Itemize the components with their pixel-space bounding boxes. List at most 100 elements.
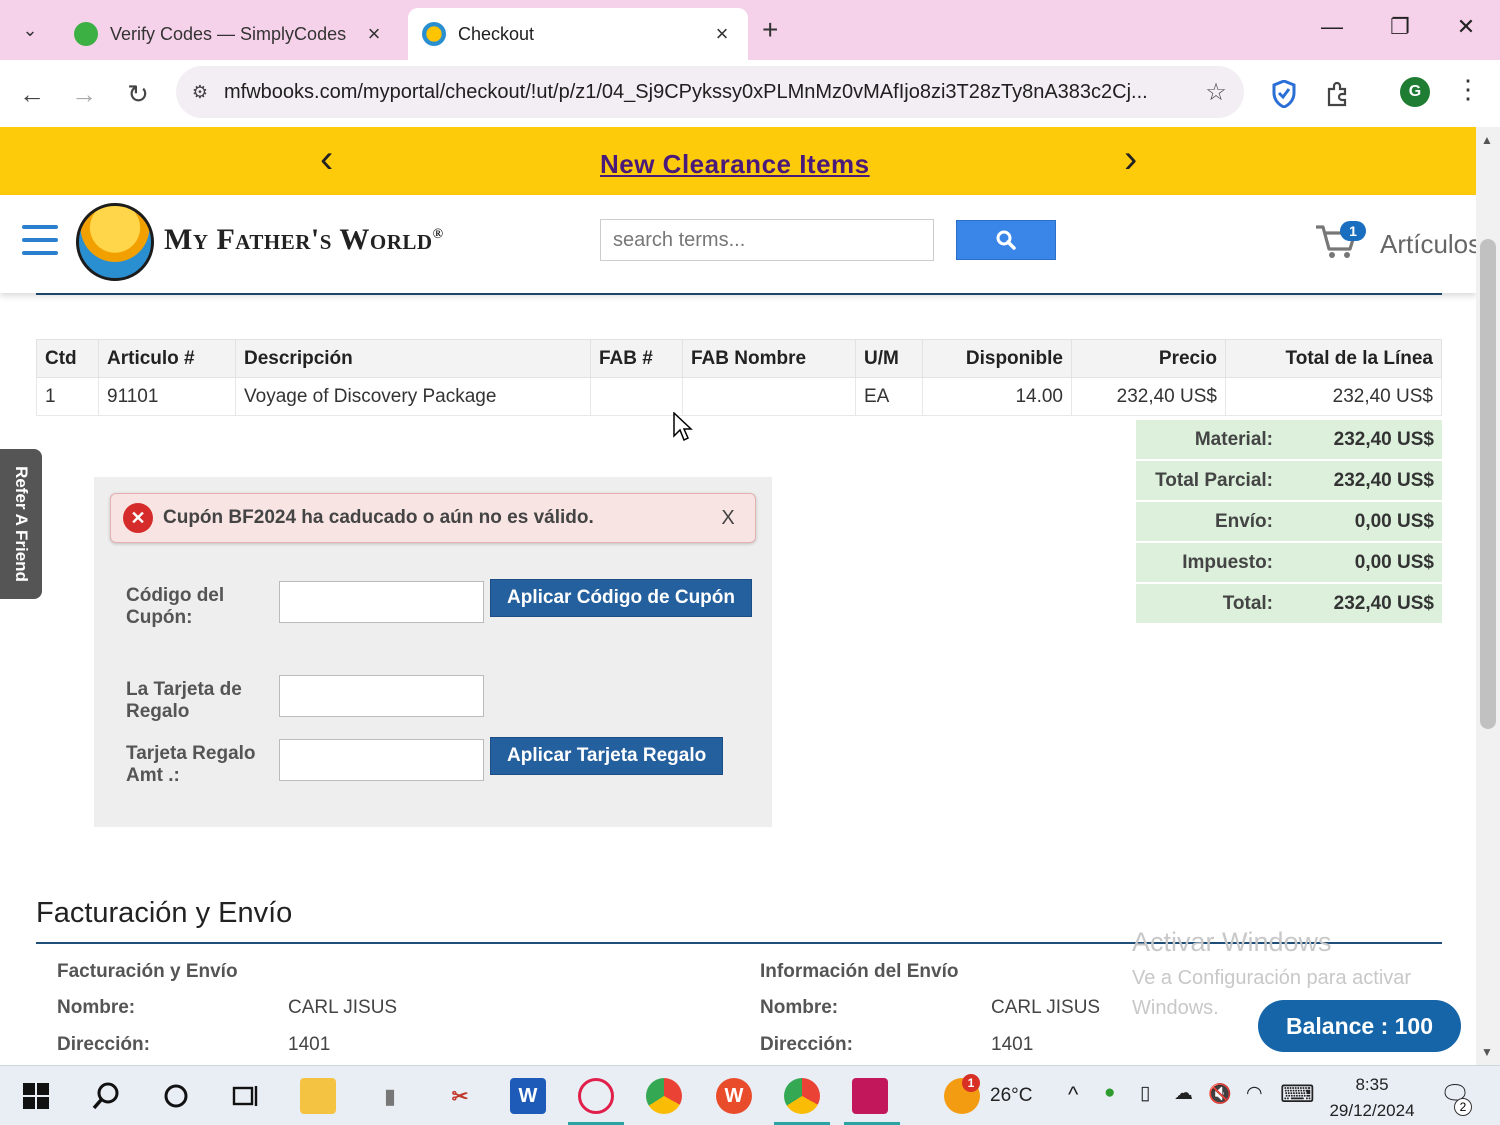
wps-office-icon[interactable]: W: [716, 1078, 752, 1114]
column-header: Articulo #: [98, 339, 236, 378]
reload-icon[interactable]: ↻: [120, 76, 156, 112]
keyboard-icon[interactable]: ⌨: [1280, 1080, 1315, 1109]
apply-coupon-button[interactable]: Aplicar Código de Cupón: [490, 579, 752, 617]
mouse-cursor-icon: [673, 412, 693, 442]
total-label: Envío:: [1214, 510, 1273, 532]
chrome-profile-icon[interactable]: [784, 1078, 820, 1114]
extensions-puzzle-icon[interactable]: [1322, 78, 1354, 110]
billing-name-label: Nombre:: [57, 997, 136, 1018]
tab-search-chevron-icon[interactable]: ⌄: [10, 12, 50, 48]
address-bar[interactable]: ⚙ mfwbooks.com/myportal/checkout/!ut/p/z…: [176, 66, 1244, 118]
onedrive-sync-icon[interactable]: ☁: [1174, 1082, 1193, 1105]
cart-label[interactable]: Artículos: [1380, 229, 1476, 260]
opera-icon[interactable]: [578, 1078, 614, 1114]
mfw-logo-icon[interactable]: [76, 203, 154, 281]
hamburger-menu-icon[interactable]: [22, 225, 58, 255]
scrollbar-thumb[interactable]: [1480, 239, 1496, 729]
column-header: Descripción: [235, 339, 591, 378]
page-scrollbar[interactable]: ▲ ▼: [1476, 127, 1500, 1065]
site-logo-text[interactable]: My Father's World®: [164, 223, 444, 257]
coupon-panel: ✕ Cupón BF2024 ha caducado o aún no es v…: [94, 477, 772, 827]
gift-card-label: La Tarjeta de Regalo: [126, 679, 242, 722]
tab-close-icon[interactable]: ×: [362, 21, 386, 47]
cell-description: Voyage of Discovery Package: [235, 377, 591, 416]
restore-icon[interactable]: ❐: [1380, 14, 1420, 40]
column-header: FAB #: [590, 339, 683, 378]
total-row-shipping: Envío: 0,00 US$: [1136, 502, 1442, 541]
profile-avatar[interactable]: G: [1400, 77, 1430, 107]
cortana-icon[interactable]: [158, 1078, 194, 1114]
site-header: My Father's World® search terms... 1 Art…: [0, 195, 1476, 293]
gift-card-amount-label: Tarjeta Regalo Amt .:: [126, 743, 256, 786]
cart-items-table: Ctd Articulo # Descripción FAB # FAB Nom…: [36, 339, 1442, 416]
total-row-tax: Impuesto: 0,00 US$: [1136, 543, 1442, 582]
tray-device-icon[interactable]: ▯: [1140, 1082, 1150, 1105]
weather-temperature[interactable]: 26°C: [990, 1085, 1032, 1107]
url-text[interactable]: mfwbooks.com/myportal/checkout/!ut/p/z1/…: [224, 81, 1188, 104]
site-search-input[interactable]: search terms...: [600, 219, 934, 261]
simplycodes-favicon-icon: [74, 22, 98, 46]
billing-address-value: 1401: [288, 1034, 331, 1055]
table-header-row: Ctd Articulo # Descripción FAB # FAB Nom…: [36, 339, 1442, 378]
total-value: 232,40 US$: [1333, 469, 1434, 491]
wifi-icon[interactable]: ◠: [1246, 1082, 1263, 1105]
promo-next-chevron-icon[interactable]: ›: [1124, 137, 1137, 182]
scroll-down-arrow-icon[interactable]: ▼: [1481, 1045, 1493, 1059]
minimize-icon[interactable]: —: [1312, 14, 1352, 40]
chrome-icon[interactable]: [646, 1078, 682, 1114]
browser-toolbar: ← → ↻ ⚙ mfwbooks.com/myportal/checkout/!…: [0, 60, 1500, 126]
windows-start-icon[interactable]: [18, 1078, 54, 1114]
tab-close-icon[interactable]: ×: [710, 21, 734, 47]
taskbar-search-icon[interactable]: [88, 1078, 124, 1114]
total-row-subtotal: Total Parcial: 232,40 US$: [1136, 461, 1442, 500]
tab-simplycodes[interactable]: Verify Codes — SimplyCodes ×: [60, 8, 400, 60]
back-arrow-icon[interactable]: ←: [14, 76, 50, 112]
shield-extension-icon[interactable]: [1268, 78, 1300, 110]
tray-app-icon[interactable]: ●: [1104, 1082, 1115, 1104]
taskbar-clock[interactable]: 8:35 29/12/2024: [1320, 1072, 1424, 1124]
shipping-subheading: Información del Envío: [760, 961, 959, 982]
weather-alert-badge: 1: [962, 1074, 980, 1092]
bookmark-star-icon[interactable]: ☆: [1188, 78, 1244, 107]
browser-tab-strip: ⌄ Verify Codes — SimplyCodes × Checkout …: [0, 0, 1500, 60]
coupon-code-input[interactable]: [279, 581, 484, 623]
cell-line-total: 232,40 US$: [1225, 377, 1442, 416]
refer-a-friend-tab[interactable]: Refer A Friend: [0, 449, 42, 599]
tray-overflow-chevron-icon[interactable]: ^: [1068, 1082, 1078, 1108]
column-header: U/M: [855, 339, 923, 378]
total-row-material: Material: 232,40 US$: [1136, 420, 1442, 459]
shipping-name-value: CARL JISUS: [991, 997, 1101, 1018]
snipping-tool-icon[interactable]: ✂: [442, 1078, 478, 1114]
tab-checkout[interactable]: Checkout ×: [408, 8, 748, 60]
total-value: 232,40 US$: [1333, 592, 1434, 614]
forward-arrow-icon[interactable]: →: [66, 76, 102, 112]
file-explorer-icon[interactable]: [300, 1078, 336, 1114]
browser-menu-kebab-icon[interactable]: ⋮: [1455, 74, 1481, 105]
alert-message: Cupón BF2024 ha caducado o aún no es vál…: [163, 507, 594, 528]
mouse-app-icon[interactable]: ▮: [372, 1078, 408, 1114]
scroll-up-arrow-icon[interactable]: ▲: [1481, 133, 1493, 147]
site-settings-icon[interactable]: ⚙: [176, 82, 224, 103]
new-tab-plus-icon[interactable]: +: [762, 14, 778, 46]
alert-close-button[interactable]: X: [713, 507, 743, 530]
column-header: Total de la Línea: [1225, 339, 1442, 378]
gift-card-input[interactable]: [279, 675, 484, 717]
gift-card-amount-input[interactable]: [279, 739, 484, 781]
tab-title: Checkout: [458, 23, 535, 44]
media-app-icon[interactable]: [852, 1078, 888, 1114]
site-search-button[interactable]: [956, 220, 1056, 260]
cell-available: 14.00: [922, 377, 1072, 416]
close-window-icon[interactable]: ✕: [1446, 14, 1486, 40]
promo-prev-chevron-icon[interactable]: ‹: [320, 137, 333, 182]
cell-price: 232,40 US$: [1071, 377, 1226, 416]
balance-badge[interactable]: Balance : 100: [1258, 1000, 1461, 1052]
volume-muted-icon[interactable]: 🔇: [1208, 1082, 1232, 1106]
column-header: Precio: [1071, 339, 1226, 378]
apply-gift-card-button[interactable]: Aplicar Tarjeta Regalo: [490, 737, 724, 775]
section-divider: [36, 293, 1442, 295]
task-view-icon[interactable]: [228, 1078, 264, 1114]
billing-address-label: Dirección:: [57, 1034, 150, 1055]
word-icon[interactable]: W: [510, 1078, 546, 1114]
tab-title: Verify Codes — SimplyCodes: [110, 23, 347, 44]
promo-link-clearance[interactable]: New Clearance Items: [600, 149, 870, 180]
